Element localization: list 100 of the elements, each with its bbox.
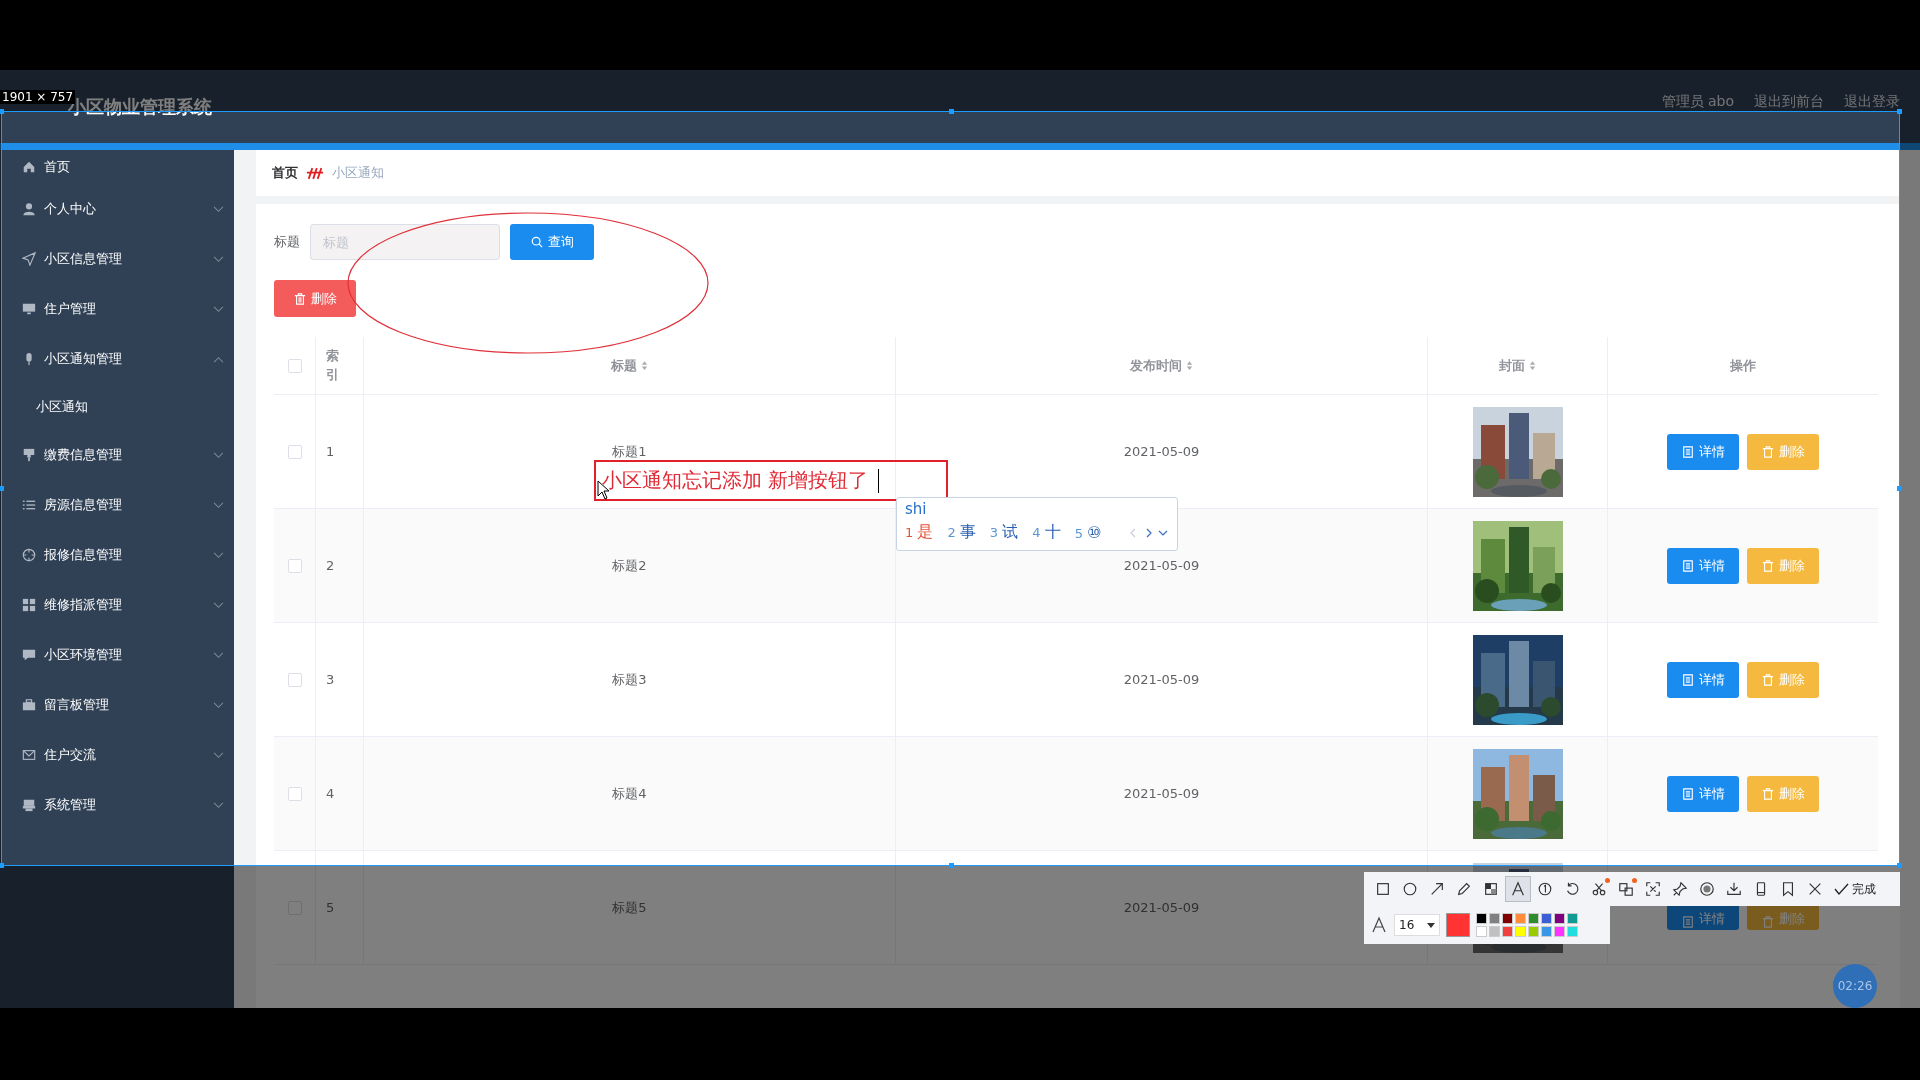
notification-dot (1632, 878, 1637, 883)
breadcrumb-link[interactable]: 首页 (272, 164, 298, 182)
sidebar-item[interactable]: 留言板管理 (0, 680, 234, 730)
scissors-icon (1591, 881, 1607, 897)
search-button[interactable]: 查询 (510, 224, 594, 260)
search-icon (530, 236, 543, 248)
color-swatch[interactable] (1502, 926, 1513, 937)
table-cell: 标题3 (612, 670, 647, 689)
color-swatch[interactable] (1476, 913, 1487, 924)
sort-icon[interactable] (1529, 360, 1536, 371)
delete-button[interactable]: 删除 (274, 280, 356, 317)
row-checkbox[interactable] (287, 558, 302, 573)
table-cell: 2 (326, 558, 335, 573)
document-icon (1681, 787, 1694, 800)
text-annotation[interactable]: 小区通知忘记添加 新增按钮了 (594, 460, 948, 501)
sidebar-item[interactable]: 房源信息管理 (0, 480, 234, 530)
header-link[interactable]: 管理员 abo (1661, 92, 1734, 111)
color-swatch[interactable] (1567, 913, 1578, 924)
row-checkbox[interactable] (287, 786, 302, 801)
briefcase-icon (22, 698, 36, 712)
send-icon (22, 252, 36, 266)
sidebar-item[interactable]: 小区通知管理 (0, 334, 234, 384)
document-icon (1681, 915, 1694, 928)
details-button[interactable]: 详情 (1667, 661, 1739, 698)
color-swatch[interactable] (1541, 926, 1552, 937)
trash-icon (1761, 559, 1774, 572)
candidate[interactable]: 1 是 (905, 522, 934, 543)
undo-icon (1564, 881, 1580, 897)
details-button[interactable]: 详情 (1667, 775, 1739, 812)
document-icon (1681, 445, 1694, 458)
color-swatch[interactable] (1515, 913, 1526, 924)
trash-icon (1761, 787, 1774, 800)
separator-icon (306, 166, 324, 180)
color-swatch[interactable] (1489, 926, 1500, 937)
crosshair-icon (22, 548, 36, 562)
details-button[interactable]: 详情 (1667, 433, 1739, 470)
column-header: 操作 (1730, 356, 1756, 375)
font-size-dropdown[interactable]: 16 (1394, 914, 1440, 936)
sidebar-item[interactable]: 小区信息管理 (0, 234, 234, 284)
color-swatch[interactable] (1554, 913, 1565, 924)
candidate[interactable]: 5 ⑩ (1074, 523, 1102, 542)
table-cell: 标题5 (612, 898, 647, 917)
document-icon (1681, 673, 1694, 686)
candidate[interactable]: 2 事 (947, 522, 976, 543)
candidate[interactable]: 4 十 (1032, 522, 1061, 543)
mosaic-icon (1483, 881, 1499, 897)
details-button[interactable]: 详情 (1667, 547, 1739, 584)
color-swatch[interactable] (1515, 926, 1526, 937)
field-label: 标题 (274, 233, 300, 251)
number-icon (1537, 881, 1553, 897)
trash-icon (1761, 673, 1774, 686)
column-header: 索引 (326, 347, 340, 384)
color-swatch[interactable] (1567, 926, 1578, 937)
color-swatch[interactable] (1489, 913, 1500, 924)
document-icon (1681, 559, 1694, 572)
table-cell: 2021-05-09 (1123, 786, 1200, 801)
done-button[interactable]: 完成 (1831, 880, 1878, 898)
sidebar-item[interactable]: 缴费信息管理 (0, 430, 234, 480)
select-all-checkbox[interactable] (287, 358, 302, 373)
header-link[interactable]: 退出到前台 (1754, 92, 1824, 111)
table-cell: 2021-05-09 (1123, 558, 1200, 573)
sidebar-item[interactable]: 住户交流 (0, 730, 234, 780)
sidebar-item[interactable]: 小区环境管理 (0, 630, 234, 680)
mail-icon (22, 748, 36, 762)
current-color[interactable] (1446, 913, 1470, 937)
table-cell: 4 (326, 786, 335, 801)
sidebar-item[interactable]: 住户管理 (0, 284, 234, 334)
color-swatch[interactable] (1476, 926, 1487, 937)
sidebar-item[interactable]: 个人中心 (0, 184, 234, 234)
translate-icon (1618, 881, 1634, 897)
grid-icon (22, 598, 36, 612)
table-cell: 标题1 (612, 442, 647, 461)
sidebar-item[interactable]: 报修信息管理 (0, 530, 234, 580)
color-swatch[interactable] (1541, 913, 1552, 924)
sort-icon[interactable] (1186, 360, 1193, 371)
sidebar-item[interactable]: 系统管理 (0, 780, 234, 830)
sort-icon[interactable] (641, 360, 648, 371)
text-tool[interactable] (1505, 876, 1531, 902)
color-swatch[interactable] (1502, 913, 1513, 924)
trash-icon (293, 292, 306, 305)
pin-icon (1672, 881, 1688, 897)
table-cell: 1 (326, 444, 335, 459)
brush-icon (22, 448, 36, 462)
sidebar-item[interactable]: 首页 (0, 150, 234, 184)
candidate[interactable]: 3 试 (989, 522, 1019, 543)
header-link[interactable]: 退出登录 (1844, 92, 1900, 111)
row-checkbox[interactable] (287, 444, 302, 459)
bookmark-icon (1780, 881, 1796, 897)
user-icon (22, 202, 36, 216)
sidebar-subitem[interactable]: 小区通知 (0, 384, 88, 430)
trash-icon (1761, 915, 1774, 928)
notification-dot (1605, 878, 1610, 883)
row-checkbox[interactable] (287, 672, 302, 687)
color-swatch[interactable] (1554, 926, 1565, 937)
chat-icon (22, 648, 36, 662)
table-cell: 5 (326, 900, 335, 915)
sidebar-item[interactable]: 维修指派管理 (0, 580, 234, 630)
color-swatch[interactable] (1528, 926, 1539, 937)
arrow-icon (1429, 881, 1445, 897)
color-swatch[interactable] (1528, 913, 1539, 924)
